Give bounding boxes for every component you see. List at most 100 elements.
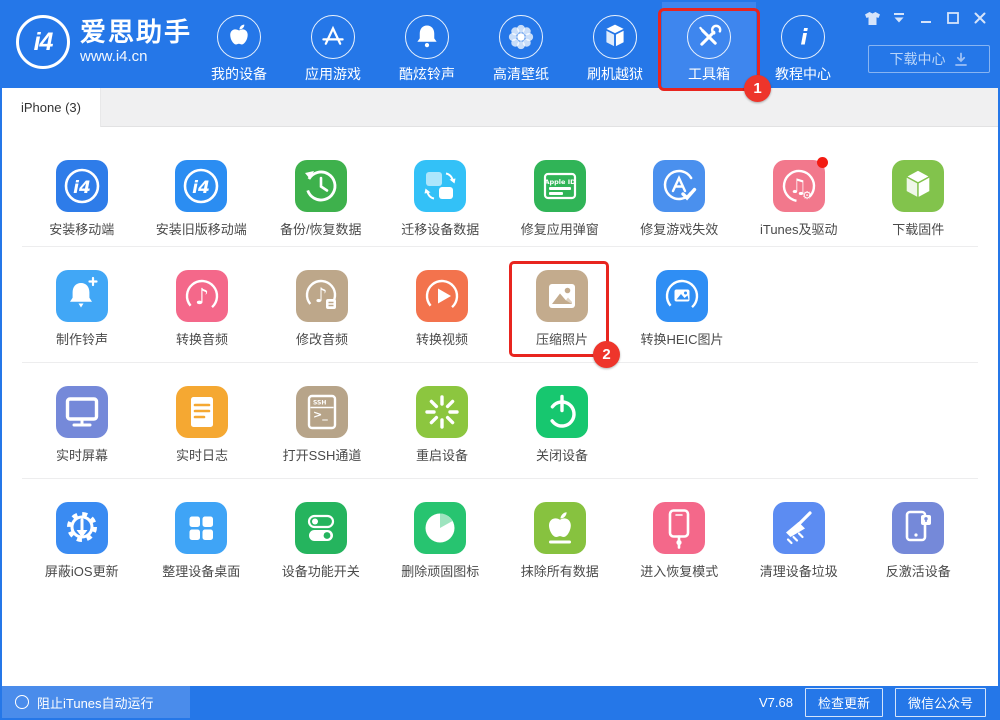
tool-block-ios-update[interactable]: 屏蔽iOS更新 — [22, 502, 142, 595]
power-off-icon — [536, 386, 588, 438]
minimize-icon[interactable] — [916, 9, 936, 27]
block-itunes-autorun-toggle[interactable]: 阻止iTunes自动运行 — [2, 686, 190, 718]
radio-circle-icon[interactable] — [15, 695, 29, 709]
nav-tutorials[interactable]: i 教程中心 — [756, 2, 850, 88]
tool-label: 设备功能开关 — [282, 561, 360, 580]
tool-grid-row-4: 屏蔽iOS更新 整理设备桌面 设备功能开关 删除顽固图标 — [22, 479, 978, 595]
tool-compress-photos[interactable]: 压缩照片 2 — [502, 270, 622, 362]
close-icon[interactable] — [970, 9, 990, 27]
svg-text:i4: i4 — [73, 178, 91, 198]
nav-my-devices[interactable]: 我的设备 — [192, 2, 286, 88]
tool-itunes-drivers[interactable]: ♫⚙ iTunes及驱动 — [739, 160, 859, 246]
svg-text:i: i — [800, 26, 808, 50]
tool-label: 打开SSH通道 — [283, 445, 362, 464]
tool-make-ringtone[interactable]: 制作铃声 — [22, 270, 142, 362]
nav-label: 酷炫铃声 — [399, 64, 455, 84]
pie-clock-icon — [414, 502, 466, 554]
tool-label: 转换视频 — [416, 329, 468, 348]
tool-clean-device-junk[interactable]: 清理设备垃圾 — [739, 502, 859, 595]
tab-bar: iPhone (3) — [2, 88, 998, 127]
tool-fix-app-popup[interactable]: Apple ID 修复应用弹窗 — [500, 160, 620, 246]
ssh-text: SSH — [313, 400, 326, 407]
notification-dot — [817, 157, 828, 168]
tool-convert-audio[interactable]: ♪ 转换音频 — [142, 270, 262, 362]
nav-toolbox[interactable]: 工具箱 1 — [662, 2, 756, 88]
download-center-button[interactable]: 下载中心 — [868, 45, 990, 73]
logo-text: i4 — [34, 28, 53, 57]
ssh-terminal-icon: SSH>_ — [296, 386, 348, 438]
video-convert-icon — [416, 270, 468, 322]
svg-text:♪: ♪ — [315, 283, 328, 307]
tool-deactivate-device[interactable]: 反激活设备 — [859, 502, 979, 595]
tab-bar-filler — [101, 88, 998, 127]
tool-label: 进入恢复模式 — [640, 561, 718, 580]
annotation-step-2-badge: 2 — [593, 341, 620, 368]
recovery-phone-icon — [653, 502, 705, 554]
skin-icon[interactable] — [862, 9, 882, 27]
tool-label: 实时日志 — [176, 445, 228, 464]
tool-label: 下载固件 — [892, 219, 944, 238]
nav-ringtones[interactable]: 酷炫铃声 — [380, 2, 474, 88]
apple-id-text: Apple ID — [544, 178, 576, 186]
live-screen-icon — [56, 386, 108, 438]
deactivate-tablet-icon — [892, 502, 944, 554]
tab-iphone[interactable]: iPhone (3) — [2, 88, 101, 127]
tool-label: 整理设备桌面 — [162, 561, 240, 580]
nav-label: 我的设备 — [211, 64, 267, 84]
tool-shutdown-device[interactable]: 关闭设备 — [502, 386, 622, 478]
bell-icon — [405, 15, 449, 59]
tool-delete-stubborn-icons[interactable]: 删除顽固图标 — [381, 502, 501, 595]
check-update-button[interactable]: 检查更新 — [805, 688, 883, 717]
block-update-gear-icon — [56, 502, 108, 554]
wechat-official-button[interactable]: 微信公众号 — [895, 688, 986, 717]
tool-label: 清理设备垃圾 — [760, 561, 838, 580]
version-label: V7.68 — [759, 695, 793, 710]
tool-download-firmware[interactable]: 下载固件 — [859, 160, 979, 246]
live-log-icon — [176, 386, 228, 438]
tool-install-mobile-app[interactable]: i4 安装移动端 — [22, 160, 142, 246]
status-bar: 阻止iTunes自动运行 V7.68 检查更新 微信公众号 — [2, 686, 998, 718]
tool-enter-recovery-mode[interactable]: 进入恢复模式 — [620, 502, 740, 595]
tool-convert-video[interactable]: 转换视频 — [382, 270, 502, 362]
tool-live-log[interactable]: 实时日志 — [142, 386, 262, 478]
itunes-gear-icon: ♫⚙ — [773, 160, 825, 212]
tool-device-feature-switch[interactable]: 设备功能开关 — [261, 502, 381, 595]
tool-label: 迁移设备数据 — [401, 219, 479, 238]
tool-edit-audio[interactable]: ♪ 修改音频 — [262, 270, 382, 362]
tool-backup-restore[interactable]: 备份/恢复数据 — [261, 160, 381, 246]
maximize-icon[interactable] — [943, 9, 963, 27]
tool-live-screen[interactable]: 实时屏幕 — [22, 386, 142, 478]
tool-label: 备份/恢复数据 — [280, 219, 362, 238]
tool-install-old-mobile-app[interactable]: i4 安装旧版移动端 — [142, 160, 262, 246]
tool-open-ssh[interactable]: SSH>_ 打开SSH通道 — [262, 386, 382, 478]
apple-id-card-icon: Apple ID — [534, 160, 586, 212]
tool-erase-all-data[interactable]: 抹除所有数据 — [500, 502, 620, 595]
tool-grid-row-1: i4 安装移动端 i4 安装旧版移动端 备份/恢复数据 迁移设 — [22, 127, 978, 247]
info-icon: i — [781, 15, 825, 59]
nav-wallpapers[interactable]: 高清壁纸 — [474, 2, 568, 88]
heic-convert-icon — [656, 270, 708, 322]
appstore-check-icon — [653, 160, 705, 212]
toolbox-content: i4 安装移动端 i4 安装旧版移动端 备份/恢复数据 迁移设 — [2, 127, 998, 686]
app-window: i4 爱思助手 www.i4.cn 我的设备 应用游戏 — [0, 0, 1000, 720]
clean-broom-icon — [773, 502, 825, 554]
window-controls — [862, 9, 990, 27]
tool-reboot-device[interactable]: 重启设备 — [382, 386, 502, 478]
tool-organize-desktop[interactable]: 整理设备桌面 — [142, 502, 262, 595]
collapse-menu-icon[interactable] — [889, 9, 909, 27]
app-logo[interactable]: i4 爱思助手 www.i4.cn — [16, 15, 192, 69]
download-center-label: 下载中心 — [890, 49, 946, 69]
tool-convert-heic[interactable]: 转换HEIC图片 — [622, 270, 742, 362]
tool-label: 抹除所有数据 — [521, 561, 599, 580]
tool-label: 转换HEIC图片 — [640, 329, 723, 348]
svg-text:i4: i4 — [192, 178, 210, 198]
nav-flash-jailbreak[interactable]: 刷机越狱 — [568, 2, 662, 88]
nav-apps-games[interactable]: 应用游戏 — [286, 2, 380, 88]
tool-fix-game-invalid[interactable]: 修复游戏失效 — [620, 160, 740, 246]
migrate-data-icon — [414, 160, 466, 212]
tool-label: 安装旧版移动端 — [156, 219, 247, 238]
header: i4 爱思助手 www.i4.cn 我的设备 应用游戏 — [2, 2, 998, 88]
tool-migrate-device-data[interactable]: 迁移设备数据 — [381, 160, 501, 246]
reboot-rays-icon — [416, 386, 468, 438]
prompt-text: >_ — [313, 408, 328, 421]
